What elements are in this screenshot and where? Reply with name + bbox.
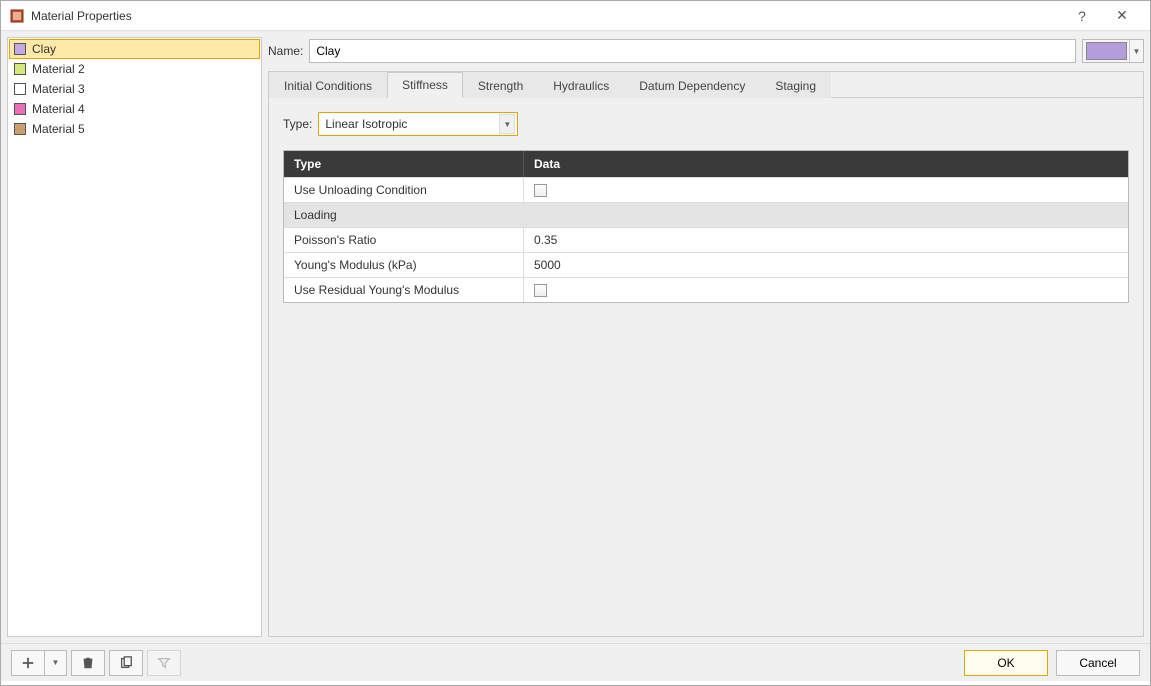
row-poissons-ratio[interactable]: Poisson's Ratio 0.35 <box>284 227 1128 252</box>
cell-data <box>524 178 1128 202</box>
header-data: Data <box>524 151 1128 177</box>
copy-icon <box>119 656 133 670</box>
row-youngs-modulus[interactable]: Young's Modulus (kPa) 5000 <box>284 252 1128 277</box>
material-swatch <box>14 63 26 75</box>
delete-button[interactable] <box>71 650 105 676</box>
add-menu-button[interactable]: ▼ <box>45 650 67 676</box>
tab-staging[interactable]: Staging <box>760 72 831 98</box>
color-picker[interactable]: ▼ <box>1082 39 1144 63</box>
title-bar: Material Properties ? ✕ <box>1 1 1150 31</box>
footer: ▼ OK Cancel <box>1 643 1150 681</box>
type-row: Type: Linear Isotropic ▼ <box>283 112 1129 136</box>
filter-button[interactable] <box>147 650 181 676</box>
ok-button[interactable]: OK <box>964 650 1048 676</box>
trash-icon <box>81 656 95 670</box>
table-header: Type Data <box>284 151 1128 177</box>
stiffness-content: Type: Linear Isotropic ▼ Type Data Use U… <box>269 98 1143 636</box>
material-item-2[interactable]: Material 2 <box>9 59 260 79</box>
material-item-5[interactable]: Material 5 <box>9 119 260 139</box>
cell-value[interactable]: 5000 <box>524 253 1128 277</box>
tab-strength[interactable]: Strength <box>463 72 538 98</box>
cell-label: Use Residual Young's Modulus <box>284 278 524 302</box>
chevron-down-icon: ▼ <box>1129 40 1143 62</box>
type-select[interactable]: Linear Isotropic ▼ <box>318 112 518 136</box>
color-swatch <box>1086 42 1127 60</box>
help-button[interactable]: ? <box>1062 2 1102 30</box>
section-spacer <box>524 203 1128 227</box>
close-button[interactable]: ✕ <box>1102 2 1142 30</box>
header-type: Type <box>284 151 524 177</box>
tab-datum-dependency[interactable]: Datum Dependency <box>624 72 760 98</box>
cell-data <box>524 278 1128 302</box>
material-label: Material 4 <box>32 102 85 116</box>
name-label: Name: <box>268 44 303 58</box>
material-swatch <box>14 83 26 95</box>
section-label: Loading <box>284 203 524 227</box>
tab-initial-conditions[interactable]: Initial Conditions <box>269 72 387 98</box>
material-swatch <box>14 103 26 115</box>
row-use-unloading[interactable]: Use Unloading Condition <box>284 177 1128 202</box>
material-label: Material 2 <box>32 62 85 76</box>
app-icon <box>9 8 25 24</box>
cell-label: Young's Modulus (kPa) <box>284 253 524 277</box>
chevron-down-icon: ▼ <box>52 658 60 667</box>
copy-button[interactable] <box>109 650 143 676</box>
checkbox-icon[interactable] <box>534 184 547 197</box>
filter-icon <box>157 656 171 670</box>
material-label: Material 3 <box>32 82 85 96</box>
type-label: Type: <box>283 117 312 131</box>
material-item-clay[interactable]: Clay <box>9 39 260 59</box>
footer-toolbar: ▼ <box>11 650 181 676</box>
tab-bar: Initial Conditions Stiffness Strength Hy… <box>269 72 1143 98</box>
cell-label: Use Unloading Condition <box>284 178 524 202</box>
material-list: Clay Material 2 Material 3 Material 4 Ma… <box>8 38 261 140</box>
content-area: Clay Material 2 Material 3 Material 4 Ma… <box>1 31 1150 643</box>
name-row: Name: ▼ <box>268 37 1144 65</box>
tab-stiffness[interactable]: Stiffness <box>387 72 463 98</box>
material-swatch <box>14 43 26 55</box>
checkbox-icon[interactable] <box>534 284 547 297</box>
add-button[interactable] <box>11 650 45 676</box>
material-item-4[interactable]: Material 4 <box>9 99 260 119</box>
type-selected-value: Linear Isotropic <box>325 117 499 131</box>
chevron-down-icon: ▼ <box>499 114 515 134</box>
cancel-button[interactable]: Cancel <box>1056 650 1140 676</box>
name-input[interactable] <box>309 39 1076 63</box>
material-label: Material 5 <box>32 122 85 136</box>
properties-panel: Name: ▼ Initial Conditions Stiffness Str… <box>268 37 1144 637</box>
row-use-residual[interactable]: Use Residual Young's Modulus <box>284 277 1128 302</box>
window-title: Material Properties <box>31 9 1062 23</box>
dialog-buttons: OK Cancel <box>964 650 1140 676</box>
cell-value[interactable]: 0.35 <box>524 228 1128 252</box>
properties-table: Type Data Use Unloading Condition Loadin… <box>283 150 1129 303</box>
material-list-panel: Clay Material 2 Material 3 Material 4 Ma… <box>7 37 262 637</box>
tab-panel: Initial Conditions Stiffness Strength Hy… <box>268 71 1144 637</box>
material-label: Clay <box>32 42 56 56</box>
plus-icon <box>21 656 35 670</box>
tab-hydraulics[interactable]: Hydraulics <box>538 72 624 98</box>
material-swatch <box>14 123 26 135</box>
row-loading-section: Loading <box>284 202 1128 227</box>
cell-label: Poisson's Ratio <box>284 228 524 252</box>
material-item-3[interactable]: Material 3 <box>9 79 260 99</box>
